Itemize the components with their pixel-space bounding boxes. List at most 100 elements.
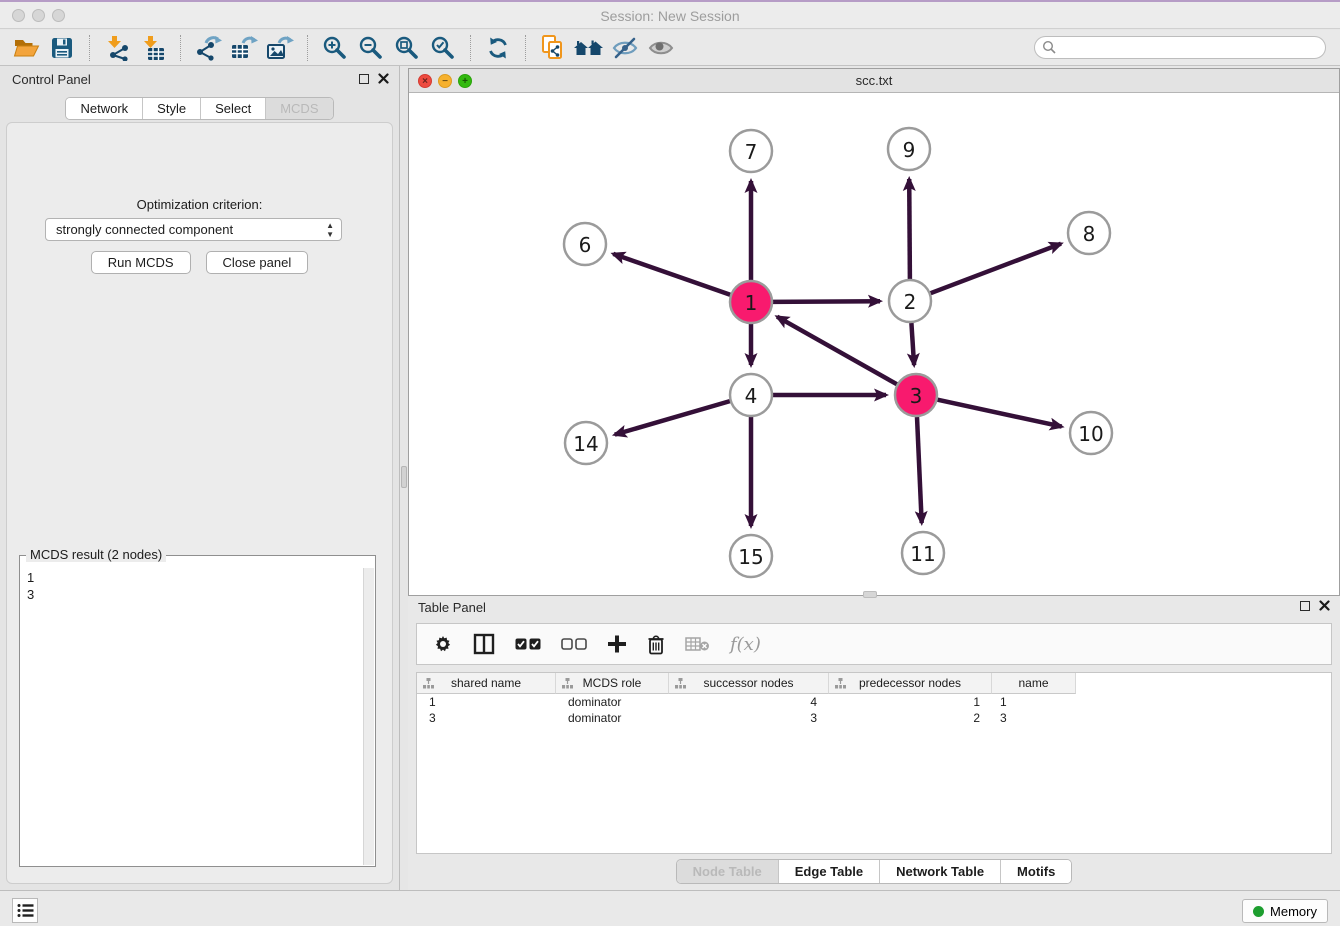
show-graphics-details-button[interactable] — [643, 32, 679, 64]
select-all-button[interactable] — [515, 629, 541, 659]
close-panel-button[interactable]: Close panel — [206, 251, 309, 274]
close-table-panel-icon[interactable] — [1319, 600, 1330, 611]
tab-motifs[interactable]: Motifs — [1001, 860, 1071, 883]
graph-edge-1-6[interactable] — [613, 254, 730, 295]
result-scrollbar[interactable] — [363, 568, 374, 865]
tab-network-table[interactable]: Network Table — [880, 860, 1001, 883]
window-titlebar: Session: New Session — [0, 2, 1340, 29]
column-header-shared-name[interactable]: shared name — [417, 673, 556, 694]
vertical-splitter[interactable] — [400, 66, 408, 890]
graph-edge-3-10[interactable] — [938, 400, 1062, 427]
control-panel-title: Control Panel — [12, 72, 91, 87]
table-row[interactable]: 1 dominator 4 1 1 — [417, 694, 1331, 710]
table-options-button[interactable] — [433, 629, 453, 659]
graph-edge-3-1[interactable] — [777, 317, 897, 385]
tab-node-table[interactable]: Node Table — [677, 860, 779, 883]
memory-label: Memory — [1270, 904, 1317, 919]
graph-edge-2-3[interactable] — [911, 323, 914, 365]
horizontal-splitter-grip[interactable] — [863, 591, 877, 598]
float-table-panel-icon[interactable] — [1300, 601, 1310, 611]
tab-style[interactable]: Style — [143, 98, 201, 119]
graph-edge-2-8[interactable] — [931, 244, 1061, 294]
create-column-button[interactable] — [607, 629, 627, 659]
save-session-button[interactable] — [44, 32, 80, 64]
graph-edge-2-9[interactable] — [909, 179, 910, 279]
zoom-in-button[interactable] — [317, 32, 353, 64]
graph-node-label-15: 15 — [738, 545, 763, 569]
list-icon — [17, 903, 34, 918]
home-view-button[interactable] — [571, 32, 607, 64]
hide-graphics-details-button[interactable] — [607, 32, 643, 64]
memory-button[interactable]: Memory — [1242, 899, 1328, 923]
control-panel-header: Control Panel — [0, 68, 399, 92]
graph-edge-3-11[interactable] — [917, 417, 922, 523]
network-canvas[interactable]: 7968124314101511 — [409, 93, 1339, 595]
application-window: Session: New Session — [0, 0, 1340, 926]
window-title: Session: New Session — [0, 8, 1340, 24]
export-table-button[interactable] — [226, 32, 262, 64]
import-network-button[interactable] — [99, 32, 135, 64]
refresh-button[interactable] — [480, 32, 516, 64]
zoom-selected-button[interactable] — [425, 32, 461, 64]
column-label: predecessor nodes — [859, 676, 961, 690]
zoom-out-button[interactable] — [353, 32, 389, 64]
graph-edge-1-2[interactable] — [773, 301, 880, 302]
delete-column-button[interactable] — [647, 629, 665, 659]
graph-node-label-6: 6 — [579, 233, 592, 257]
table-panel-title: Table Panel — [418, 600, 486, 615]
graph-node-label-14: 14 — [573, 432, 598, 456]
open-session-button[interactable] — [8, 32, 44, 64]
import-table-button[interactable] — [135, 32, 171, 64]
table-header-row: shared name MCDS role — [417, 673, 1331, 694]
cell-name: 1 — [992, 694, 1076, 710]
toolbar-separator — [470, 35, 471, 61]
table-panel-header: Table Panel — [408, 596, 1340, 620]
column-header-predecessor-nodes[interactable]: predecessor nodes — [829, 673, 992, 694]
column-type-icon — [562, 678, 573, 689]
refresh-icon — [485, 35, 511, 61]
column-type-icon — [423, 678, 434, 689]
close-panel-icon[interactable] — [378, 73, 389, 84]
export-table-icon — [230, 35, 258, 61]
export-network-button[interactable] — [190, 32, 226, 64]
export-image-button[interactable] — [262, 32, 298, 64]
graph-node-label-2: 2 — [904, 290, 917, 314]
delete-table-button[interactable] — [685, 629, 710, 659]
graph-node-label-9: 9 — [903, 138, 916, 162]
tab-edge-table[interactable]: Edge Table — [779, 860, 880, 883]
houses-icon — [573, 36, 605, 60]
table-row[interactable]: 3 dominator 3 2 3 — [417, 710, 1331, 726]
task-history-button[interactable] — [12, 898, 38, 923]
node-table: shared name MCDS role — [416, 672, 1332, 854]
function-builder-button[interactable]: f(x) — [730, 629, 761, 659]
tab-select[interactable]: Select — [201, 98, 266, 119]
memory-status-dot — [1253, 906, 1264, 917]
search-input[interactable] — [1034, 36, 1326, 59]
column-header-mcds-role[interactable]: MCDS role — [556, 673, 669, 694]
cell-successor-nodes: 3 — [669, 710, 829, 726]
unchecked-boxes-icon — [561, 638, 587, 651]
cell-predecessor-nodes: 2 — [829, 710, 992, 726]
criterion-select[interactable]: strongly connected component ▲▼ — [45, 218, 342, 241]
tab-network[interactable]: Network — [66, 98, 143, 119]
deselect-all-button[interactable] — [561, 629, 587, 659]
splitter-grip[interactable] — [401, 466, 407, 488]
table-toolbar: f(x) — [416, 623, 1332, 665]
column-header-filler — [1076, 673, 1331, 694]
column-header-name[interactable]: name — [992, 673, 1076, 694]
mcds-result-box: MCDS result (2 nodes) 1 3 — [19, 555, 376, 867]
column-header-successor-nodes[interactable]: successor nodes — [669, 673, 829, 694]
checked-boxes-icon — [515, 638, 541, 651]
criterion-value: strongly connected component — [56, 222, 233, 237]
show-columns-button[interactable] — [473, 629, 495, 659]
control-panel-tabbar: Network Style Select MCDS — [0, 97, 399, 120]
run-mcds-button[interactable]: Run MCDS — [91, 251, 191, 274]
clone-network-button[interactable] — [535, 32, 571, 64]
mcds-result-line: 3 — [27, 586, 34, 603]
network-graph: 7968124314101511 — [409, 93, 1339, 595]
tab-mcds[interactable]: MCDS — [266, 98, 332, 119]
float-panel-icon[interactable] — [359, 74, 369, 84]
graph-edge-4-14[interactable] — [615, 401, 730, 435]
zoom-fit-button[interactable] — [389, 32, 425, 64]
column-label: successor nodes — [703, 676, 793, 690]
